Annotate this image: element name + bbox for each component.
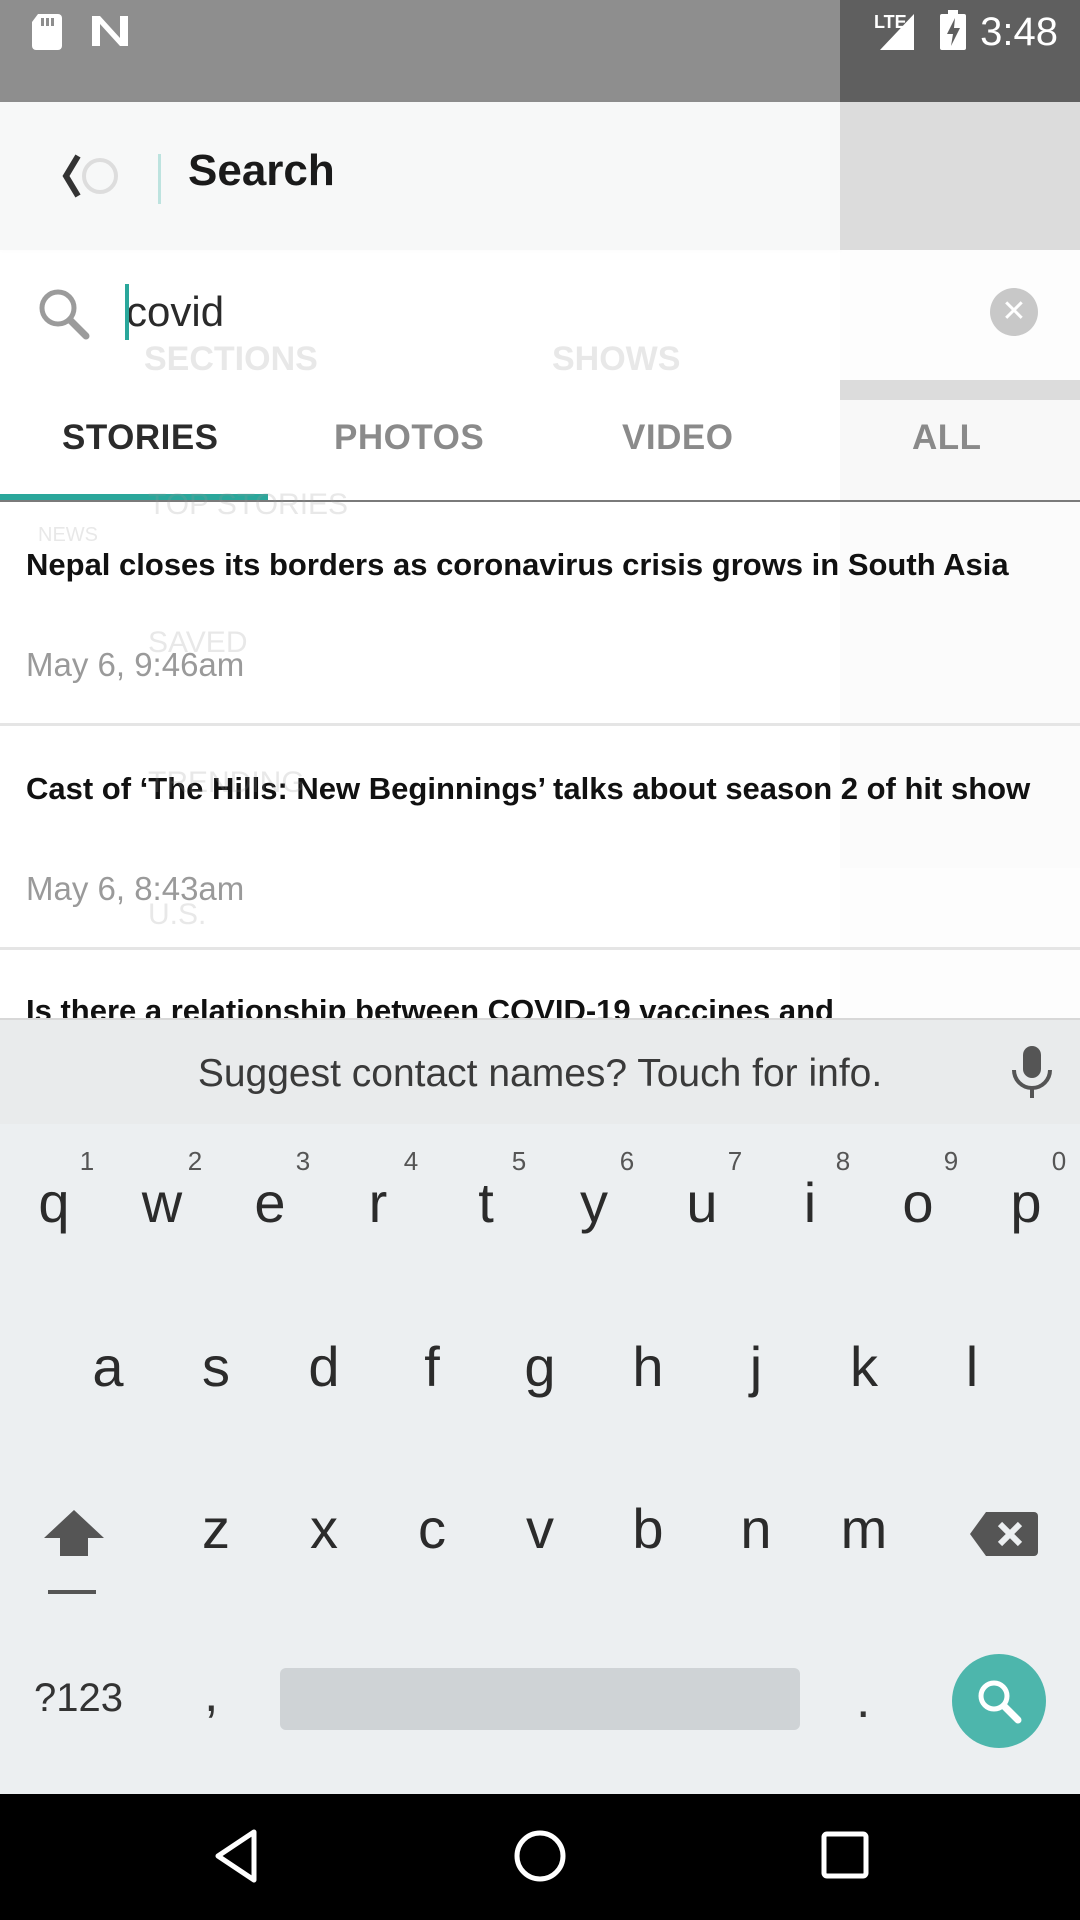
home-icon[interactable] [512,1828,568,1884]
key-l[interactable]: l [932,1334,1012,1399]
app-header [0,102,840,250]
key-g[interactable]: g [500,1334,580,1399]
signal-icon [880,14,914,50]
ghost-logo-text: NEWS [38,524,98,546]
key-s[interactable]: s [176,1334,256,1399]
battery-charging-icon [940,10,966,50]
key-f[interactable]: f [392,1334,472,1399]
key-t[interactable]: t [446,1170,526,1235]
shift-lock-indicator [48,1590,96,1594]
search-icon [39,289,90,340]
key-a[interactable]: a [68,1334,148,1399]
comma-key[interactable]: , [204,1664,218,1724]
ghost-menu-shows: SHOWS [552,340,681,378]
key-e[interactable]: e [230,1170,310,1235]
n-app-icon [92,16,128,46]
search-icon [978,1680,1022,1724]
ghost-menu-us: U.S. [148,898,207,931]
backspace-icon[interactable] [970,1510,1038,1558]
list-item[interactable]: Nepal closes its borders as coronavirus … [0,488,1080,726]
recents-icon[interactable] [820,1830,870,1880]
ghost-menu-trending: TRENDING [148,766,305,799]
status-bar: LTE 3:48 [0,0,1080,102]
key-k[interactable]: k [824,1334,904,1399]
space-key[interactable] [280,1668,800,1730]
keyboard-search-button[interactable] [952,1654,1046,1748]
navigation-bar [0,1794,1080,1920]
story-date: May 6, 8:43am [26,870,245,907]
key-r[interactable]: r [338,1170,418,1235]
key-w[interactable]: w [122,1170,202,1235]
sd-card-icon [32,14,62,50]
key-v[interactable]: v [500,1496,580,1561]
key-y[interactable]: y [554,1170,634,1235]
ghost-menu-saved: SAVED [148,626,248,659]
key-o[interactable]: o [878,1170,958,1235]
story-title: Is there a relationship between COVID-19… [26,993,834,1018]
tab-photos[interactable]: PHOTOS [334,418,484,458]
key-p[interactable]: p [986,1170,1066,1235]
contact-suggestion-prompt[interactable]: Suggest contact names? Touch for info. [0,1052,1080,1096]
key-d[interactable]: d [284,1334,364,1399]
shift-icon[interactable] [42,1508,106,1560]
tab-stories[interactable]: STORIES [62,418,219,458]
key-q[interactable]: q [14,1170,94,1235]
ghost-menu-top-stories: TOP STORIES [148,488,349,521]
story-title: Nepal closes its borders as coronavirus … [26,547,1009,582]
page-title: Search [188,146,335,195]
microphone-icon[interactable] [1006,1044,1058,1100]
key-b[interactable]: b [608,1496,688,1561]
key-x[interactable]: x [284,1496,364,1561]
status-time: 3:48 [980,10,1058,54]
clear-search-icon[interactable]: ✕ [990,288,1038,336]
text-cursor [125,284,129,340]
back-icon[interactable] [212,1828,260,1884]
period-key[interactable]: . [856,1670,870,1730]
list-item[interactable]: Is there a relationship between COVID-19… [0,950,1080,1018]
tab-video[interactable]: VIDEO [622,418,733,458]
header-divider [158,154,161,204]
key-j[interactable]: j [716,1334,796,1399]
key-m[interactable]: m [824,1496,904,1561]
key-z[interactable]: z [176,1496,256,1561]
key-u[interactable]: u [662,1170,742,1235]
ghost-menu-sections: SECTIONS [144,340,318,378]
search-input[interactable] [126,282,946,342]
symbols-key[interactable]: ?123 [34,1676,123,1721]
key-n[interactable]: n [716,1496,796,1561]
list-item[interactable]: Cast of ‘The Hills: New Beginnings’ talk… [0,726,1080,950]
back-arrow-icon[interactable] [60,148,120,204]
key-i[interactable]: i [770,1170,850,1235]
header-right-shade [840,102,1080,250]
key-c[interactable]: c [392,1496,472,1561]
tab-all[interactable]: ALL [912,418,982,458]
key-h[interactable]: h [608,1334,688,1399]
